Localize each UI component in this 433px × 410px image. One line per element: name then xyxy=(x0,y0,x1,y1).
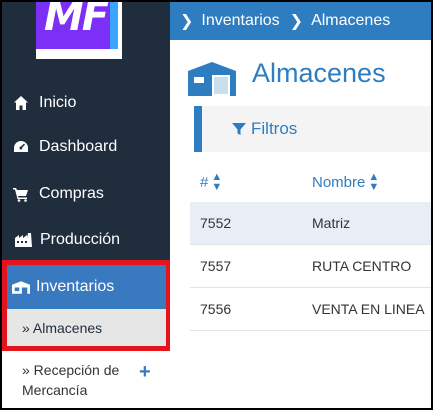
column-header-id[interactable]: # ▲ ▼ xyxy=(200,171,223,193)
sidebar-subitem-label-line2: Mercancía xyxy=(22,382,88,398)
breadcrumb: ❯ Inventarios ❯ Almacenes xyxy=(170,2,431,40)
table-row[interactable]: 7556 VENTA EN LINEA xyxy=(190,288,431,331)
breadcrumb-item-inventarios[interactable]: Inventarios xyxy=(201,12,279,30)
filter-toggle[interactable]: Filtros xyxy=(194,106,431,152)
chevron-right-icon: ❯ xyxy=(180,13,194,30)
sidebar-item-compras[interactable]: Compras xyxy=(2,174,170,214)
table-row[interactable]: 7557 RUTA CENTRO xyxy=(190,245,431,288)
cell-id: 7552 xyxy=(200,215,232,231)
app-window: MF Inicio Dashboard Compras Producción I… xyxy=(2,2,431,408)
breadcrumb-item-almacenes[interactable]: Almacenes xyxy=(311,12,390,30)
main-content: ❯ Inventarios ❯ Almacenes Almacenes Filt… xyxy=(170,2,431,408)
sidebar-subitem-label: » Almacenes xyxy=(22,320,103,336)
sidebar-subitem-recepcion[interactable]: » Recepción de Mercancía + xyxy=(2,350,170,408)
cell-id: 7557 xyxy=(200,258,232,274)
cell-id: 7556 xyxy=(200,301,232,317)
sidebar-subitem-almacenes[interactable]: » Almacenes xyxy=(2,309,170,347)
column-header-label: Nombre xyxy=(312,173,366,191)
sort-icon: ▲ ▼ xyxy=(211,171,223,193)
sidebar-item-label: Dashboard xyxy=(39,138,118,155)
sidebar-item-produccion[interactable]: Producción xyxy=(2,220,170,260)
add-icon[interactable]: + xyxy=(139,362,151,382)
logo-mark: MF xyxy=(36,2,118,49)
warehouse-icon xyxy=(12,278,30,296)
dashboard-icon xyxy=(12,138,30,156)
sidebar-item-dashboard[interactable]: Dashboard xyxy=(2,127,170,167)
sidebar-subitem-label-line1: » Recepción de xyxy=(22,362,120,378)
filter-icon xyxy=(232,122,246,136)
chevron-right-icon: ❯ xyxy=(289,13,304,30)
column-header-label: # xyxy=(200,173,209,191)
logo[interactable]: MF xyxy=(36,2,122,59)
cell-name: Matriz xyxy=(312,215,351,231)
cell-name: RUTA CENTRO xyxy=(312,258,412,274)
sidebar: MF Inicio Dashboard Compras Producción I… xyxy=(2,2,171,408)
logo-text: MF xyxy=(44,2,109,40)
cell-name: VENTA EN LINEA xyxy=(312,301,425,317)
sidebar-item-label: Compras xyxy=(39,185,104,202)
sidebar-item-inicio[interactable]: Inicio xyxy=(2,83,170,123)
table-row[interactable]: 7552 Matriz xyxy=(190,202,431,245)
sidebar-item-label: Inicio xyxy=(39,94,77,111)
cart-icon xyxy=(12,185,30,203)
page-title: Almacenes xyxy=(252,58,386,88)
filter-label: Filtros xyxy=(251,119,298,138)
column-header-nombre[interactable]: Nombre ▲ ▼ xyxy=(312,171,380,193)
factory-icon xyxy=(12,231,36,249)
home-icon xyxy=(12,94,30,112)
sidebar-item-label: Producción xyxy=(40,231,121,248)
sidebar-item-inventarios[interactable]: Inventarios xyxy=(2,265,170,309)
logo-stripe xyxy=(110,2,118,49)
warehouse-icon xyxy=(188,62,236,96)
sidebar-item-label: Inventarios xyxy=(36,278,115,295)
sort-icon: ▲ ▼ xyxy=(368,171,380,193)
